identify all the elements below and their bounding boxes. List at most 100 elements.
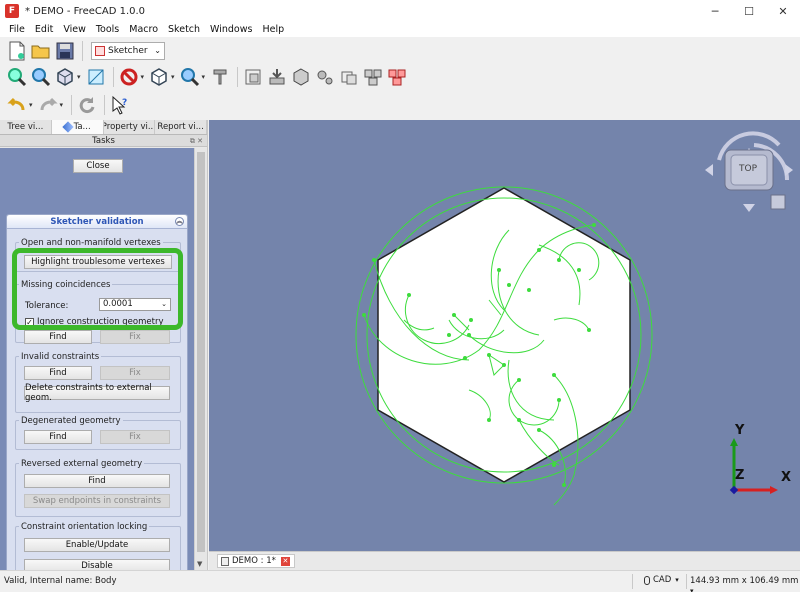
navigation-style-label: CAD xyxy=(653,575,672,585)
scrollbar-thumb[interactable] xyxy=(197,152,205,552)
navigation-style-selector[interactable]: CAD ▾ xyxy=(644,575,679,585)
undo-dropdown-icon[interactable]: ▾ xyxy=(29,101,33,109)
tab-report-view[interactable]: Report vi... xyxy=(155,120,207,134)
minimize-button[interactable]: ─ xyxy=(698,0,732,22)
chevron-down-icon: ▾ xyxy=(675,576,679,584)
link-icon[interactable] xyxy=(338,66,360,88)
reversed-find-button[interactable]: Find xyxy=(24,474,170,488)
vertex xyxy=(592,223,596,227)
sketch-canvas[interactable] xyxy=(209,120,800,551)
undo-icon[interactable] xyxy=(6,94,28,116)
close-task-button[interactable]: Close xyxy=(73,159,123,173)
menu-file[interactable]: File xyxy=(4,24,30,35)
zoom-dropdown-icon[interactable]: ▾ xyxy=(202,73,206,81)
workbench-selector[interactable]: Sketcher ⌄ xyxy=(91,41,165,60)
vertex xyxy=(463,356,467,360)
dimension-readout[interactable]: 144.93 mm x 106.49 mm ▾ xyxy=(690,576,800,592)
invalid-find-button[interactable]: Find xyxy=(24,366,92,380)
ignore-construction-checkbox[interactable]: ✓ Ignore construction geometry xyxy=(25,317,163,327)
vertex xyxy=(577,268,581,272)
isometric-view-icon[interactable] xyxy=(148,66,170,88)
fit-selection-icon[interactable] xyxy=(30,66,52,88)
save-icon[interactable] xyxy=(54,40,76,62)
fit-all-icon[interactable] xyxy=(6,66,28,88)
validation-header: Sketcher validation ︽ xyxy=(7,215,187,229)
invalid-constraints-title: Invalid constraints xyxy=(19,352,102,362)
measure-icon[interactable] xyxy=(209,66,231,88)
chevron-down-icon: ▾ xyxy=(690,587,694,592)
document-tab-label: DEMO : 1* xyxy=(232,556,276,566)
gears-icon[interactable] xyxy=(314,66,336,88)
refresh-icon[interactable] xyxy=(76,94,98,116)
degenerated-geometry-title: Degenerated geometry xyxy=(19,416,123,426)
degenerated-find-button[interactable]: Find xyxy=(24,430,92,444)
missing-find-button[interactable]: Find xyxy=(24,330,92,344)
draw-style-dropdown-icon[interactable]: ▾ xyxy=(77,73,81,81)
selection-dropdown-icon[interactable]: ▾ xyxy=(141,73,145,81)
vertex xyxy=(469,318,473,322)
document-tab[interactable]: DEMO : 1* ✕ xyxy=(217,554,295,568)
reversed-external-group: Reversed external geometry Find Swap end… xyxy=(15,459,181,517)
tasks-header: Tasks ⧉ ✕ xyxy=(0,135,207,147)
menu-tools[interactable]: Tools xyxy=(91,24,124,35)
maximize-button[interactable]: ☐ xyxy=(732,0,766,22)
part-icon[interactable] xyxy=(242,66,264,88)
tab-property-view-label: Property vi... xyxy=(103,122,156,132)
link-group-icon[interactable] xyxy=(362,66,384,88)
whats-this-icon[interactable]: ? xyxy=(109,94,131,116)
vertex xyxy=(552,373,556,377)
x-axis-arrow-icon xyxy=(770,486,778,494)
workbench-selected-label: Sketcher xyxy=(108,45,148,56)
collapse-icon[interactable]: ︽ xyxy=(175,217,184,226)
tolerance-input[interactable]: 0.0001 ⌄ xyxy=(99,298,171,311)
redo-icon[interactable] xyxy=(37,94,59,116)
menu-sketch[interactable]: Sketch xyxy=(163,24,205,35)
vertex xyxy=(562,483,566,487)
close-tab-icon[interactable]: ✕ xyxy=(280,556,290,566)
menu-windows[interactable]: Windows xyxy=(205,24,257,35)
3d-view[interactable]: TOP Y X Z xyxy=(209,120,800,551)
menu-macro[interactable]: Macro xyxy=(124,24,163,35)
menu-help[interactable]: Help xyxy=(257,24,289,35)
highlight-troublesome-button[interactable]: Highlight troublesome vertexes xyxy=(24,255,172,269)
task-panel-scrollbar[interactable]: ▼ xyxy=(194,148,207,570)
menu-view[interactable]: View xyxy=(58,24,91,35)
missing-fix-button[interactable]: Fix xyxy=(100,330,170,344)
sketcher-validation-panel: Sketcher validation ︽ Open and non-manif… xyxy=(6,214,188,570)
freecad-logo-icon: F xyxy=(5,4,19,18)
tolerance-label: Tolerance: xyxy=(25,301,69,311)
new-document-icon[interactable] xyxy=(6,40,28,62)
tab-tasks[interactable]: Ta... xyxy=(51,120,104,134)
tab-tree-view[interactable]: Tree vi... xyxy=(0,120,52,134)
close-window-button[interactable]: ✕ xyxy=(766,0,800,22)
open-folder-icon[interactable] xyxy=(30,40,52,62)
chevron-down-icon: ⌄ xyxy=(154,46,161,55)
tab-property-view[interactable]: Property vi... xyxy=(104,120,156,134)
link-broken-icon[interactable] xyxy=(386,66,408,88)
swap-endpoints-button[interactable]: Swap endpoints in constraints xyxy=(24,494,170,508)
tab-tree-view-label: Tree vi... xyxy=(7,122,44,132)
dock-float-close-icon[interactable]: ⧉ ✕ xyxy=(190,135,203,147)
delete-external-constraints-button[interactable]: Delete constraints to external geom. xyxy=(24,383,170,403)
status-bar: Valid, Internal name: Body CAD ▾ 144.93 … xyxy=(0,570,800,592)
bounding-box-icon[interactable] xyxy=(85,66,107,88)
view-dropdown-icon[interactable]: ▾ xyxy=(171,73,175,81)
navcube-face-label[interactable]: TOP xyxy=(739,164,757,174)
vertex xyxy=(502,363,506,367)
import-icon[interactable] xyxy=(266,66,288,88)
vertex xyxy=(372,258,376,262)
menu-edit[interactable]: Edit xyxy=(30,24,58,35)
invalid-constraints-group: Invalid constraints Find Fix Delete cons… xyxy=(15,352,181,413)
zoom-icon[interactable] xyxy=(179,66,201,88)
open-vertexes-group: Open and non-manifold vertexes Highlight… xyxy=(15,238,181,272)
invalid-fix-button[interactable]: Fix xyxy=(100,366,170,380)
redo-dropdown-icon[interactable]: ▾ xyxy=(60,101,64,109)
vertex xyxy=(452,313,456,317)
no-selection-style-icon[interactable] xyxy=(118,66,140,88)
body-icon[interactable] xyxy=(290,66,312,88)
enable-update-button[interactable]: Enable/Update xyxy=(24,538,170,552)
scroll-down-arrow-icon[interactable]: ▼ xyxy=(197,560,202,568)
degenerated-fix-button[interactable]: Fix xyxy=(100,430,170,444)
disable-button[interactable]: Disable xyxy=(24,559,170,570)
draw-style-icon[interactable] xyxy=(54,66,76,88)
